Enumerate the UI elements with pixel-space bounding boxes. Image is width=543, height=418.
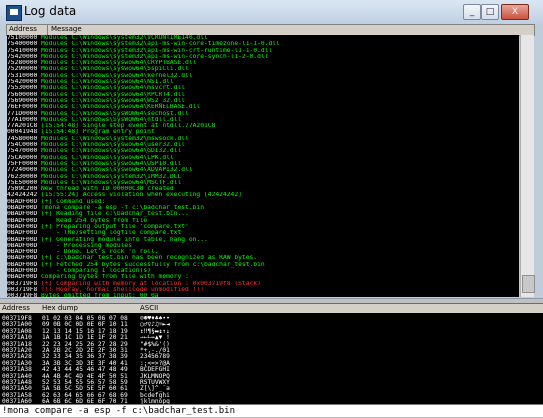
log-window-icon xyxy=(6,5,22,21)
log-address: 003719F8 xyxy=(7,293,38,297)
command-input[interactable]: !mona compare -a esp -f c:\badchar_test.… xyxy=(0,404,543,417)
log-message: Modules C:\Windows\SysWOW64\sechost.dll xyxy=(41,110,189,117)
log-row[interactable]: 003719F8 Bytes omitted from input: 00 0a xyxy=(7,293,519,297)
log-message: - Done. Let's rock 'n roll. xyxy=(41,249,159,256)
log-scrollbar[interactable] xyxy=(520,35,535,297)
log-message: Modules C:\Windows\syswow64\LPK.dll xyxy=(41,154,174,161)
log-message: [+] Preparing output file 'compare.txt' xyxy=(41,223,189,230)
log-message: New thread with ID 00000C38 created xyxy=(41,186,174,193)
log-message: [+] Fetched 254 bytes successfully from … xyxy=(41,261,265,268)
log-message: [+] Generating module info table, hang o… xyxy=(41,236,208,243)
dump-column-header: Address Hex dump ASCII xyxy=(0,304,543,313)
log-message: [15:54:48] Single step event at ntdll.77… xyxy=(41,123,216,130)
log-message: Modules C:\Windows\syswow64\WS2_32.dll xyxy=(41,97,186,104)
log-message: [+] c:\badchar_test.bin has been recogni… xyxy=(41,255,258,262)
log-message: Modules C:\Windows\syswow64\USP10.dll xyxy=(41,160,182,167)
maximize-button[interactable]: □ xyxy=(481,4,499,20)
log-message: Modules C:\Windows\system32\api-ms-win-c… xyxy=(41,47,273,54)
column-message[interactable]: Message xyxy=(51,25,82,33)
scrollbar-thumb[interactable] xyxy=(522,275,535,293)
log-message: - (Re)setting logfile compare.txt xyxy=(41,230,182,237)
log-message: Modules C:\Windows\syswow64\SspiCli.dll xyxy=(41,66,189,73)
column-ascii[interactable]: ASCII xyxy=(140,304,158,312)
log-window: Log data _ □ X Address Message 75100000 M… xyxy=(0,0,543,299)
log-list[interactable]: 75100000 Modules C:\Windows\system32\VCRU… xyxy=(7,35,519,297)
log-message: Read 254 bytes from file xyxy=(41,217,148,224)
log-message: Modules C:\Windows\system32\mswsock.dll xyxy=(41,135,189,142)
title-bar[interactable]: Log data _ □ X xyxy=(0,0,543,24)
column-address[interactable]: Address xyxy=(9,25,37,33)
hex-dump-pane[interactable]: Address Hex dump ASCII 003719F8 01 02 03 … xyxy=(0,303,543,405)
log-message: Modules C:\Windows\syswow64\user32.dll xyxy=(41,142,186,149)
log-message: Modules C:\Windows\system32\api-ms-win-c… xyxy=(41,53,269,60)
log-message: Modules C:\Windows\syswow64\kernel32.dll xyxy=(41,72,193,79)
log-message: [+] Command used: xyxy=(41,198,106,205)
log-message: Comparing bytes from file with memory : xyxy=(41,274,189,281)
log-message: Modules C:\Windows\syswow64\GDI32.dll xyxy=(41,148,182,155)
log-message: [15:55:24] Access violation when executi… xyxy=(41,192,242,199)
log-message: !!! Hooray, normal shellcode unmodified … xyxy=(41,286,205,293)
log-message: Modules C:\Windows\syswow64\msvcrt.dll xyxy=(41,85,186,92)
log-message: Modules C:\Windows\system32\VCRUNTIME140… xyxy=(41,35,208,41)
log-message: Modules C:\Windows\syswow64\MSCTF.dll xyxy=(41,179,182,186)
log-message: [+] Comparing with memory at location : … xyxy=(41,280,261,287)
log-message: !mona compare -a esp -f c:\badchar_test.… xyxy=(41,205,205,212)
log-message: Modules C:\Windows\syswow64\NSI.dll xyxy=(41,79,174,86)
column-divider[interactable] xyxy=(47,25,48,35)
column-address[interactable]: Address xyxy=(2,304,30,312)
minimize-button[interactable]: _ xyxy=(463,4,481,20)
log-message: - Comparing 1 location(s) xyxy=(41,267,151,274)
log-message: Modules C:\Windows\system32\IMM32.DLL xyxy=(41,173,182,180)
log-message: Modules C:\Windows\syswow64\KERNELBASE.d… xyxy=(41,104,201,111)
log-message: [15:54:48] Program entry point xyxy=(41,129,155,136)
log-message: - Processing modules xyxy=(41,242,132,249)
log-message: Modules C:\Windows\syswow64\RPCRT4.dll xyxy=(41,91,186,98)
log-message: [+] Reading file c:\badchar_test.bin... xyxy=(41,211,189,218)
window-title: Log data xyxy=(24,4,77,18)
column-hex[interactable]: Hex dump xyxy=(42,304,78,312)
log-message: Modules C:\Windows\syswow64\CRYPTBASE.dl… xyxy=(41,60,197,67)
log-message: Modules C:\Windows\system32\api-ms-win-c… xyxy=(41,41,280,48)
log-message: Bytes omitted from input: 00 0a xyxy=(41,293,159,297)
log-message: Modules C:\Windows\syswow64\ADVAPI32.dll xyxy=(41,167,193,174)
log-message: Modules C:\Windows\SysWOW64\ntdll.dll xyxy=(41,116,182,123)
close-button[interactable]: X xyxy=(501,4,529,20)
